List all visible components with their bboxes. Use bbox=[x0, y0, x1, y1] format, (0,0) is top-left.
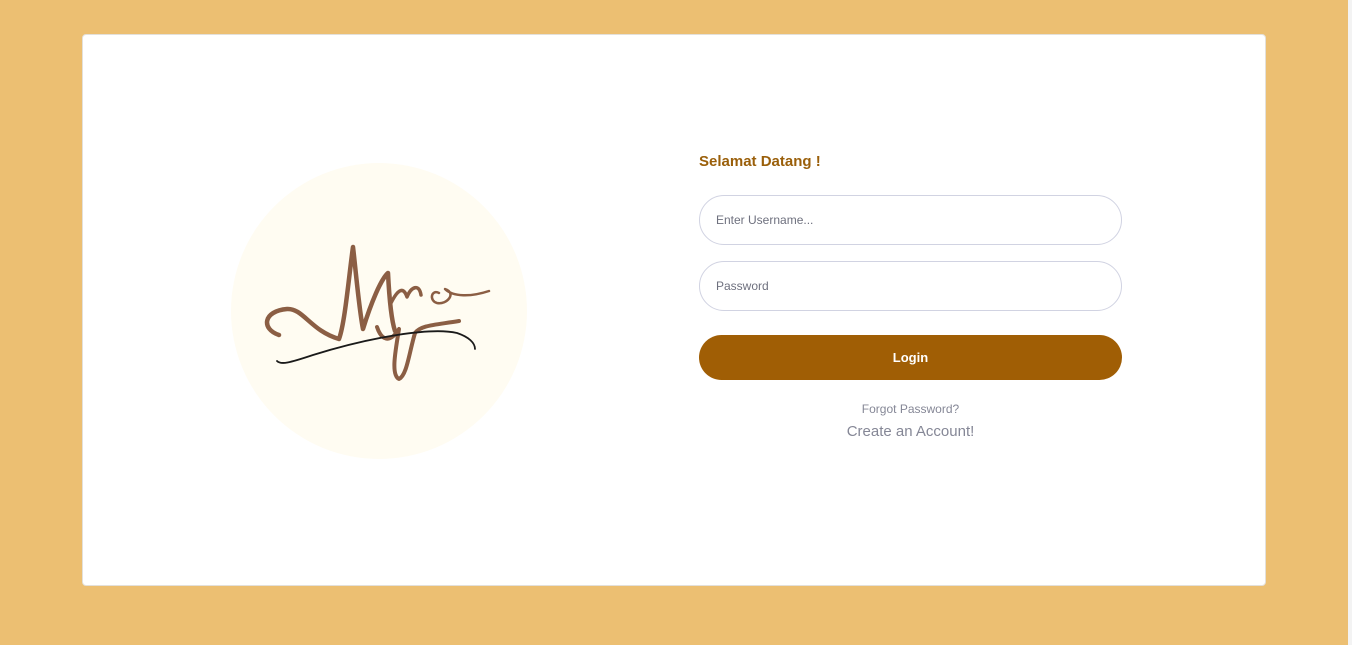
welcome-heading: Selamat Datang ! bbox=[699, 153, 821, 170]
login-card: Selamat Datang ! Login Forgot Password? … bbox=[82, 34, 1266, 586]
login-button[interactable]: Login bbox=[699, 335, 1122, 380]
login-form: Selamat Datang ! Login Forgot Password? … bbox=[699, 151, 1122, 442]
username-input[interactable] bbox=[699, 195, 1122, 245]
forgot-password-link[interactable]: Forgot Password? bbox=[699, 401, 1122, 417]
signature-logo-icon bbox=[265, 244, 491, 381]
account-links: Forgot Password? Create an Account! bbox=[699, 401, 1122, 442]
create-account-link[interactable]: Create an Account! bbox=[699, 422, 1122, 442]
window-edge bbox=[1348, 0, 1352, 645]
password-input[interactable] bbox=[699, 261, 1122, 311]
brand-logo bbox=[231, 163, 527, 459]
